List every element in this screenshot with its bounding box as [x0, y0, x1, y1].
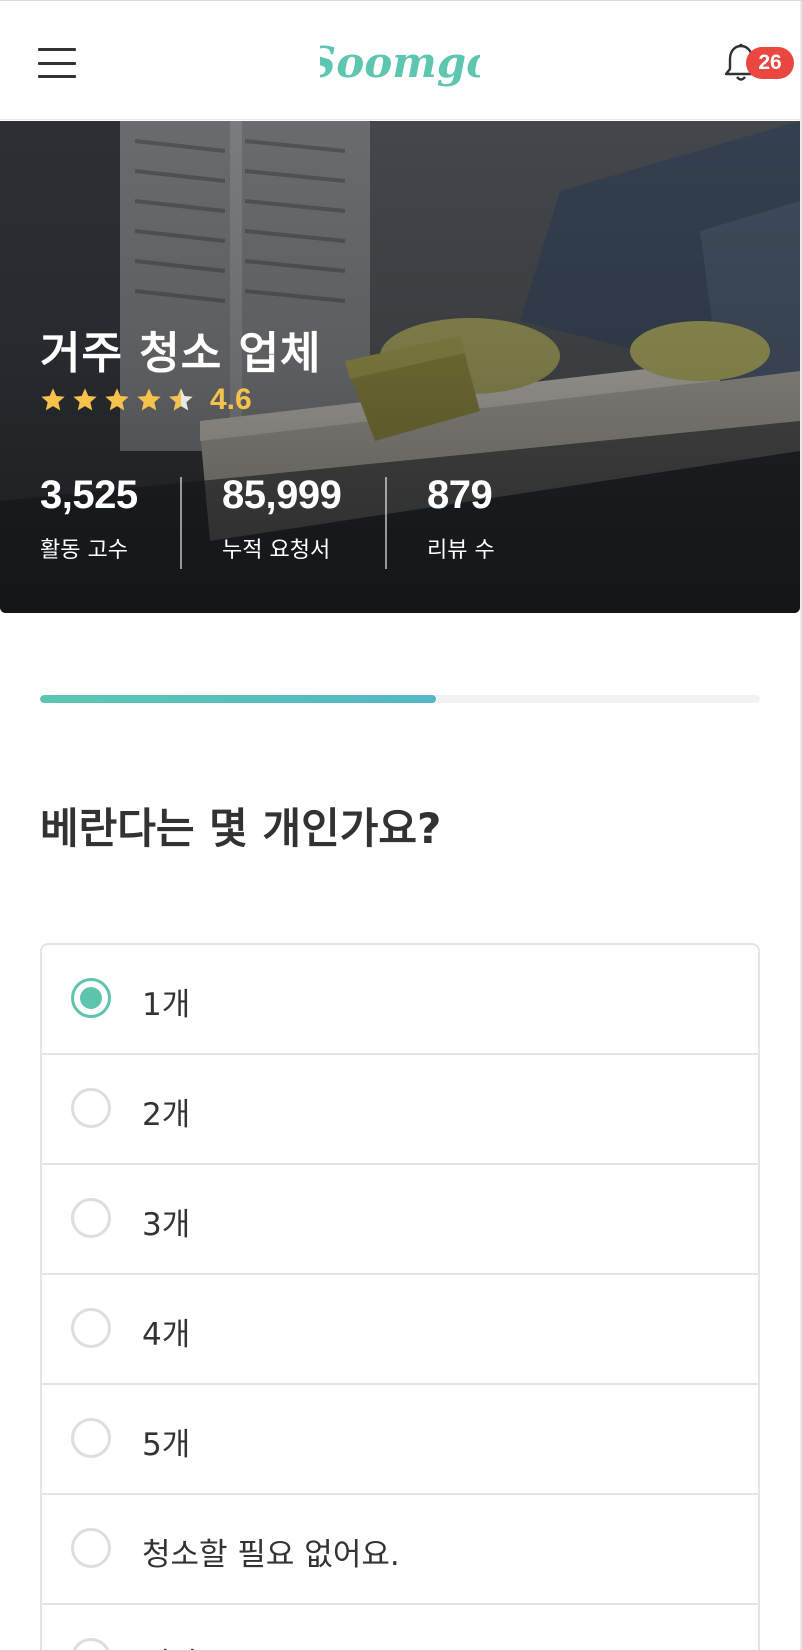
top-header: Soomgo 26 — [0, 1, 800, 120]
option-label: 2개 — [142, 1097, 191, 1133]
option-4[interactable]: 4개 — [42, 1275, 758, 1385]
radio-button[interactable] — [71, 1088, 111, 1128]
notification-count-badge: 26 — [746, 47, 794, 79]
app-frame: Soomgo 26 — [0, 0, 802, 1650]
service-title: 거주 청소 업체 — [40, 328, 322, 379]
form-progress-bar — [40, 695, 760, 703]
radio-button[interactable] — [71, 1528, 111, 1568]
stat-value: 879 — [427, 473, 493, 517]
star-full-icon — [41, 388, 65, 411]
radio-button[interactable] — [71, 1198, 111, 1238]
option-5[interactable]: 5개 — [42, 1385, 758, 1495]
star-half-icon — [169, 388, 193, 411]
option-label: 5개 — [142, 1427, 191, 1463]
soomgo-logo[interactable]: Soomgo — [320, 31, 480, 95]
stat-divider — [180, 477, 182, 569]
hamburger-menu-icon[interactable] — [38, 48, 76, 78]
option-label: 4개 — [142, 1317, 191, 1353]
stat-active-pros: 3,525 활동 고수 — [40, 473, 138, 564]
star-full-icon — [137, 388, 161, 411]
rating-value: 4.6 — [210, 383, 252, 416]
option-label: 3개 — [142, 1207, 191, 1243]
option-2[interactable]: 2개 — [42, 1055, 758, 1165]
option-1[interactable]: 1개 — [42, 945, 758, 1055]
notification-button[interactable]: 26 — [724, 41, 796, 85]
radio-button[interactable] — [71, 1638, 111, 1650]
stat-label: 활동 고수 — [40, 538, 128, 563]
stat-label: 누적 요청서 — [222, 538, 331, 563]
radio-button[interactable] — [71, 1308, 111, 1348]
progress-fill — [40, 695, 436, 703]
option-other[interactable]: 기타 — [42, 1605, 758, 1650]
stat-review-count: 879 리뷰 수 — [427, 473, 495, 564]
stat-label: 리뷰 수 — [427, 538, 495, 563]
option-no-cleaning[interactable]: 청소할 필요 없어요. — [42, 1495, 758, 1605]
option-3[interactable]: 3개 — [42, 1165, 758, 1275]
star-full-icon — [73, 388, 97, 411]
svg-text:Soomgo: Soomgo — [320, 38, 480, 87]
star-full-icon — [105, 388, 129, 411]
option-label: 청소할 필요 없어요. — [142, 1537, 400, 1573]
stat-value: 3,525 — [40, 473, 138, 517]
rating-stars: 4.6 — [38, 383, 252, 417]
answer-options: 1개 2개 3개 4개 5개 청소할 필요 없어요. 기타 — [40, 943, 760, 1650]
service-stats: 3,525 활동 고수 85,999 누적 요청서 879 리뷰 수 — [0, 473, 800, 569]
stat-total-requests: 85,999 누적 요청서 — [222, 473, 342, 564]
stat-divider — [385, 477, 387, 569]
stat-value: 85,999 — [222, 473, 342, 517]
option-label: 기타 — [142, 1639, 199, 1650]
question-title: 베란다는 몇 개인가요? — [40, 804, 442, 853]
radio-button[interactable] — [71, 978, 111, 1018]
radio-button[interactable] — [71, 1418, 111, 1458]
service-hero-banner: 거주 청소 업체 4.6 3,525 활동 고수 85,999 누적 요청서 8… — [0, 121, 800, 613]
option-label: 1개 — [142, 987, 191, 1023]
